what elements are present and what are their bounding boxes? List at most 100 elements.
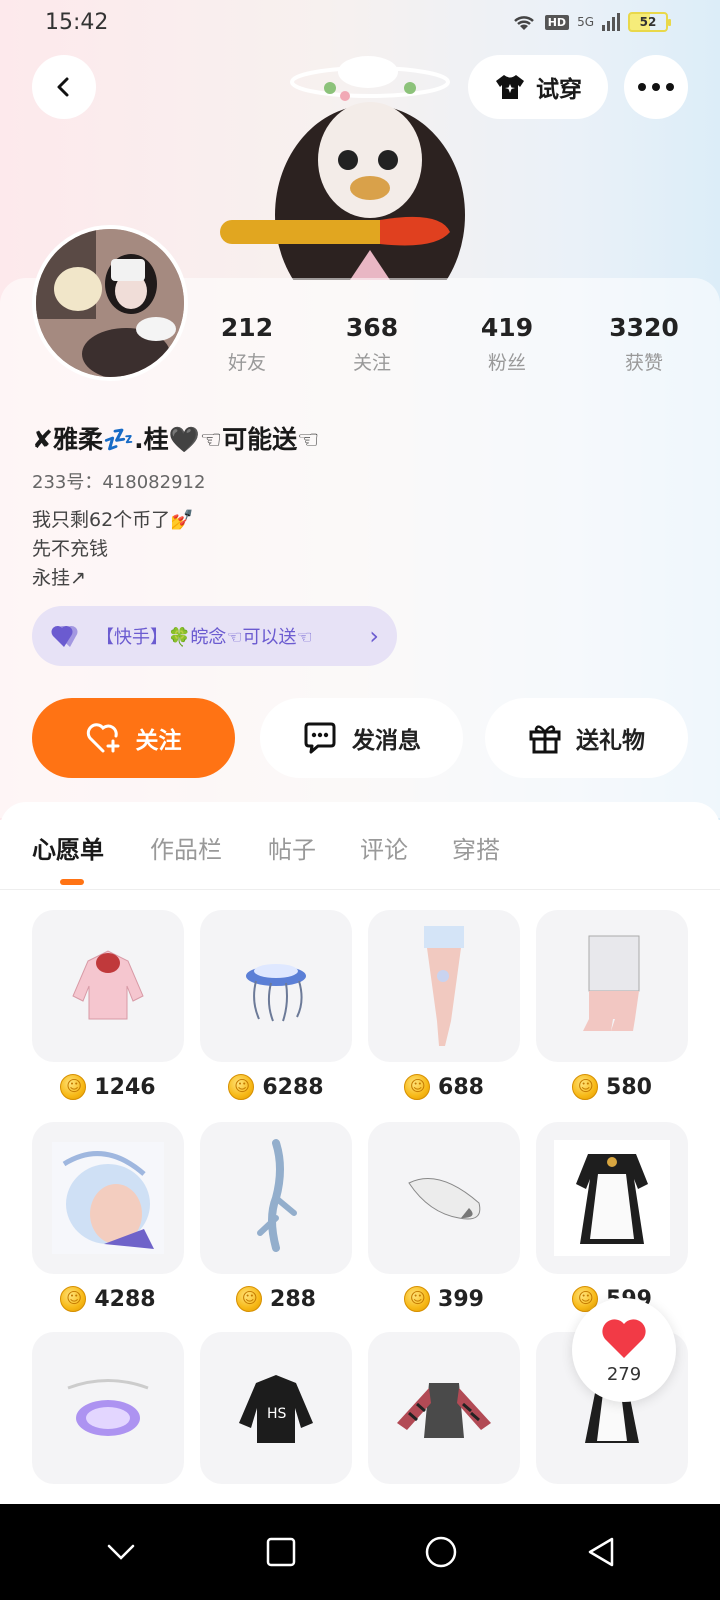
item-price: 688 xyxy=(438,1074,484,1100)
back-nav-icon[interactable] xyxy=(586,1536,616,1568)
svg-text:HS: HS xyxy=(267,1406,287,1422)
bio-line: 永挂↗ xyxy=(32,567,86,589)
status-bar: 15:42 HD 5G 52 xyxy=(0,0,720,44)
wishlist-item[interactable]: 288 xyxy=(200,1122,352,1312)
wishlist-item[interactable]: 599 xyxy=(536,1122,688,1312)
item-thumbnail: HS xyxy=(200,1332,352,1484)
stat-label: 获赞 xyxy=(624,352,663,374)
wishlist-item[interactable]: HS xyxy=(200,1332,352,1484)
antler-icon xyxy=(257,1139,297,1252)
chevron-down-icon[interactable] xyxy=(105,1542,137,1562)
wishlist-item[interactable]: 4288 xyxy=(32,1122,184,1312)
recent-apps-icon[interactable] xyxy=(266,1537,296,1567)
gift-button[interactable]: 送礼物 xyxy=(485,698,688,778)
heart-icon xyxy=(602,1318,646,1358)
like-count: 279 xyxy=(606,1363,642,1385)
maid-dress-icon xyxy=(554,1140,670,1256)
system-nav-bar xyxy=(0,1504,720,1600)
wishlist-item[interactable]: 6288 xyxy=(200,910,352,1100)
stat-following[interactable]: 368 关注 xyxy=(312,313,432,375)
wishlist-item[interactable]: 580 xyxy=(536,910,688,1100)
item-thumbnail xyxy=(200,910,352,1062)
message-label: 发消息 xyxy=(352,728,421,754)
user-id: 233号：418082912 xyxy=(32,472,206,493)
item-price: 4288 xyxy=(94,1286,156,1312)
home-icon[interactable] xyxy=(425,1536,457,1568)
try-on-button[interactable]: 试穿 xyxy=(468,55,608,119)
wishlist-item[interactable]: 399 xyxy=(368,1122,520,1312)
item-price: 580 xyxy=(606,1074,652,1100)
item-thumbnail xyxy=(536,1122,688,1274)
chat-bubble-icon xyxy=(304,722,336,754)
badge-text: 【快手】🍀皖念☜可以送☜ xyxy=(96,627,313,648)
back-button[interactable] xyxy=(32,55,96,119)
avatar-character-art xyxy=(220,40,490,280)
content-tabs: 心愿单 作品栏 帖子 评论 穿搭 xyxy=(0,802,720,890)
stat-value: 3320 xyxy=(609,313,679,342)
item-thumbnail xyxy=(32,1122,184,1274)
bio-line: 先不充钱 xyxy=(32,538,109,560)
wishlist-item[interactable]: 1246 xyxy=(32,910,184,1100)
striped-top-icon xyxy=(397,1383,491,1438)
bio: 我只剩62个币了💅 先不充钱 永挂↗ xyxy=(32,506,194,593)
item-thumbnail xyxy=(200,1122,352,1274)
chevron-right-icon: › xyxy=(369,622,379,650)
profile-stats: 212 好友 368 关注 419 粉丝 3320 获赞 xyxy=(0,313,720,377)
bio-line: 我只剩62个币了💅 xyxy=(32,509,194,531)
network-label: 5G xyxy=(577,15,594,29)
tab-comments[interactable]: 评论 xyxy=(360,830,408,865)
coin-icon xyxy=(60,1286,87,1312)
item-price: 288 xyxy=(270,1286,316,1312)
stat-label: 好友 xyxy=(227,352,266,374)
item-price: 6288 xyxy=(262,1074,324,1100)
stat-value: 419 xyxy=(480,313,534,342)
signal-icon xyxy=(602,13,620,31)
double-heart-icon xyxy=(51,625,78,647)
tab-wishlist[interactable]: 心愿单 xyxy=(32,830,104,865)
item-price: 1246 xyxy=(94,1074,156,1100)
hd-icon: HD xyxy=(544,14,570,30)
stat-likes[interactable]: 3320 获赞 xyxy=(584,313,704,375)
halo-crown-icon xyxy=(67,1379,149,1436)
item-thumbnail xyxy=(32,910,184,1062)
stat-friends[interactable]: 212 好友 xyxy=(187,313,307,375)
follow-button[interactable]: 关注 xyxy=(32,698,235,778)
black-hoodie-icon: HS xyxy=(239,1375,313,1443)
stat-label: 粉丝 xyxy=(487,352,526,374)
chevron-left-icon xyxy=(57,77,69,97)
tshirt-icon xyxy=(496,75,524,99)
more-button[interactable] xyxy=(624,55,688,119)
crystal-hair-icon xyxy=(52,1142,164,1254)
lace-socks-icon xyxy=(583,935,640,1031)
action-buttons: 关注 发消息 送礼物 xyxy=(32,698,688,778)
linked-account-badge[interactable]: 【快手】🍀皖念☜可以送☜ › xyxy=(32,606,397,666)
tab-works[interactable]: 作品栏 xyxy=(150,830,222,865)
jellyfish-icon xyxy=(246,964,306,1022)
like-float-button[interactable]: 279 xyxy=(572,1298,676,1402)
item-thumbnail xyxy=(368,1122,520,1274)
username: ✘雅柔💤.桂🖤☜可能送☜ xyxy=(32,425,320,454)
tab-posts[interactable]: 帖子 xyxy=(268,830,316,865)
wifi-icon xyxy=(513,16,534,30)
gift-icon xyxy=(529,725,561,754)
heart-plus-icon xyxy=(86,723,119,753)
gift-label: 送礼物 xyxy=(576,728,645,754)
item-thumbnail xyxy=(368,910,520,1062)
item-thumbnail xyxy=(368,1332,520,1484)
battery-icon: 52 xyxy=(628,12,671,32)
wishlist-item[interactable] xyxy=(368,1332,520,1484)
status-time: 15:42 xyxy=(45,9,109,35)
wishlist-item[interactable] xyxy=(32,1332,184,1484)
try-on-label: 试穿 xyxy=(536,77,582,103)
stat-value: 368 xyxy=(345,313,399,342)
fur-tail-icon xyxy=(408,1178,481,1220)
stocking-icon xyxy=(424,926,464,1046)
tab-indicator xyxy=(60,879,84,885)
tab-outfits[interactable]: 穿搭 xyxy=(452,830,500,865)
message-button[interactable]: 发消息 xyxy=(260,698,463,778)
follow-label: 关注 xyxy=(135,728,182,754)
coin-icon xyxy=(404,1074,431,1100)
stat-fans[interactable]: 419 粉丝 xyxy=(447,313,567,375)
wishlist-item[interactable]: 688 xyxy=(368,910,520,1100)
stat-label: 关注 xyxy=(352,352,391,374)
